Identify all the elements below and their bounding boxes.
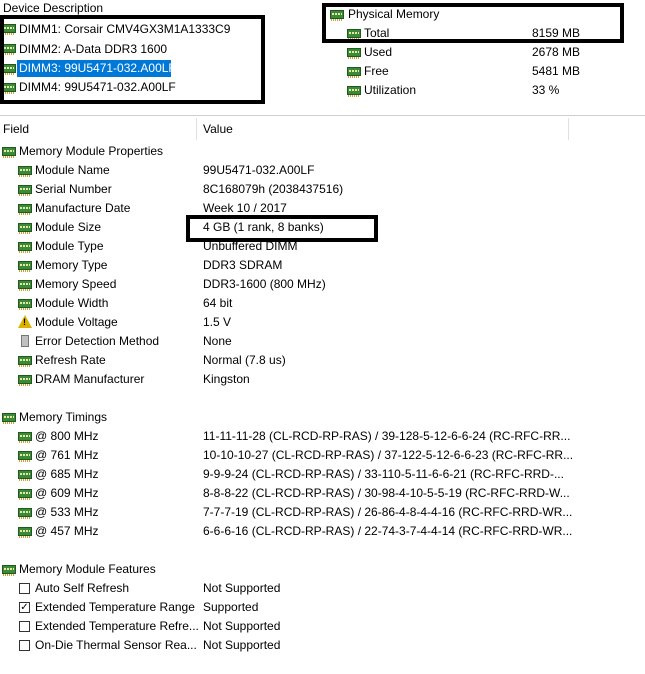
- field-value: Normal (7.8 us): [203, 353, 286, 367]
- memory-module-icon: [18, 299, 32, 310]
- memory-module-icon: [18, 242, 32, 253]
- column-separator[interactable]: [568, 118, 569, 140]
- physical-memory-value: 33 %: [532, 83, 560, 97]
- field-value: 11-11-11-28 (CL-RCD-RP-RAS) / 39-128-5-1…: [203, 429, 571, 443]
- field-label: Memory Speed: [35, 277, 117, 291]
- column-header-field[interactable]: Field: [3, 120, 29, 139]
- field-value: 64 bit: [203, 296, 233, 310]
- field-value: Kingston: [203, 372, 250, 386]
- physical-memory-highlight-frame: [322, 3, 624, 43]
- pane-divider[interactable]: [0, 115, 645, 116]
- memory-module-icon: [2, 147, 16, 158]
- memory-module-icon: [18, 223, 32, 234]
- memory-module-icon: [18, 489, 32, 500]
- field-label: Manufacture Date: [35, 201, 131, 215]
- field-label: @ 685 MHz: [35, 467, 99, 481]
- field-label: @ 533 MHz: [35, 505, 99, 519]
- memory-module-icon: [18, 185, 32, 196]
- memory-module-icon: [18, 470, 32, 481]
- memory-module-icon: [18, 375, 32, 386]
- memory-module-icon: [347, 67, 361, 78]
- field-label: Module Size: [35, 220, 102, 234]
- field-label: Extended Temperature Range: [35, 600, 195, 614]
- checkbox-unchecked-icon: [19, 621, 30, 632]
- field-value: 10-10-10-27 (CL-RCD-RP-RAS) / 37-122-5-1…: [203, 448, 574, 462]
- memory-module-icon: [2, 565, 16, 576]
- module-size-highlight-frame: [186, 215, 378, 242]
- field-value: Not Supported: [203, 638, 281, 652]
- field-label: Module Name: [35, 163, 110, 177]
- memory-module-icon: [18, 451, 32, 462]
- memory-module-icon: [347, 86, 361, 97]
- document-icon: [21, 335, 29, 347]
- field-value: 1.5 V: [203, 315, 232, 329]
- field-value: 9-9-9-24 (CL-RCD-RP-RAS) / 33-110-5-11-6…: [203, 467, 564, 481]
- field-value: DDR3 SDRAM: [203, 258, 283, 272]
- field-value: 6-6-6-16 (CL-RCD-RP-RAS) / 22-74-3-7-4-4…: [203, 524, 573, 538]
- field-label: Module Voltage: [35, 315, 118, 329]
- physical-memory-value: 2678 MB: [532, 45, 581, 59]
- field-value: 8C168079h (2038437516): [203, 182, 344, 196]
- field-label: Memory Type: [35, 258, 108, 272]
- memory-module-icon: [18, 280, 32, 291]
- field-value: Not Supported: [203, 581, 281, 595]
- checkbox-unchecked-icon: [19, 640, 30, 651]
- field-value: Supported: [203, 600, 259, 614]
- memory-module-icon: [18, 356, 32, 367]
- memory-module-icon: [2, 413, 16, 424]
- field-label: Extended Temperature Refre...: [35, 619, 199, 633]
- field-value: None: [203, 334, 232, 348]
- field-label: @ 457 MHz: [35, 524, 99, 538]
- physical-memory-label: Used: [364, 45, 393, 59]
- physical-memory-label: Free: [364, 64, 389, 78]
- field-label: DRAM Manufacturer: [35, 372, 145, 386]
- column-separator[interactable]: [196, 118, 197, 140]
- physical-memory-label: Utilization: [364, 83, 417, 97]
- field-value: 8-8-8-22 (CL-RCD-RP-RAS) / 30-98-4-10-5-…: [203, 486, 570, 500]
- section-title: Memory Timings: [19, 410, 108, 424]
- warning-icon: !: [18, 315, 32, 328]
- section-title: Memory Module Features: [19, 562, 156, 576]
- field-label: On-Die Thermal Sensor Rea...: [35, 638, 197, 652]
- field-value: Not Supported: [203, 619, 281, 633]
- field-label: Error Detection Method: [35, 334, 160, 348]
- dimm-list-highlight-frame: [0, 15, 265, 104]
- memory-module-icon: [347, 48, 361, 59]
- memory-module-icon: [18, 166, 32, 177]
- field-label: Serial Number: [35, 182, 112, 196]
- physical-memory-value: 5481 MB: [532, 64, 581, 78]
- section-title: Memory Module Properties: [19, 144, 164, 158]
- checkbox-checked-icon: ✓: [19, 602, 30, 613]
- field-label: @ 609 MHz: [35, 486, 99, 500]
- field-value: 99U5471-032.A00LF: [203, 163, 315, 177]
- checkbox-unchecked-icon: [19, 583, 30, 594]
- field-label: Refresh Rate: [35, 353, 106, 367]
- memory-module-icon: [18, 508, 32, 519]
- memory-module-icon: [18, 432, 32, 443]
- column-header-value[interactable]: Value: [203, 120, 233, 139]
- field-value: DDR3-1600 (800 MHz): [203, 277, 326, 291]
- memory-module-icon: [18, 204, 32, 215]
- field-label: Module Type: [35, 239, 104, 253]
- field-label: @ 800 MHz: [35, 429, 99, 443]
- field-value: 7-7-7-19 (CL-RCD-RP-RAS) / 26-86-4-8-4-4…: [203, 505, 573, 519]
- field-label: Auto Self Refresh: [35, 581, 130, 595]
- field-label: @ 761 MHz: [35, 448, 99, 462]
- field-label: Module Width: [35, 296, 109, 310]
- memory-module-icon: [18, 261, 32, 272]
- memory-module-icon: [18, 527, 32, 538]
